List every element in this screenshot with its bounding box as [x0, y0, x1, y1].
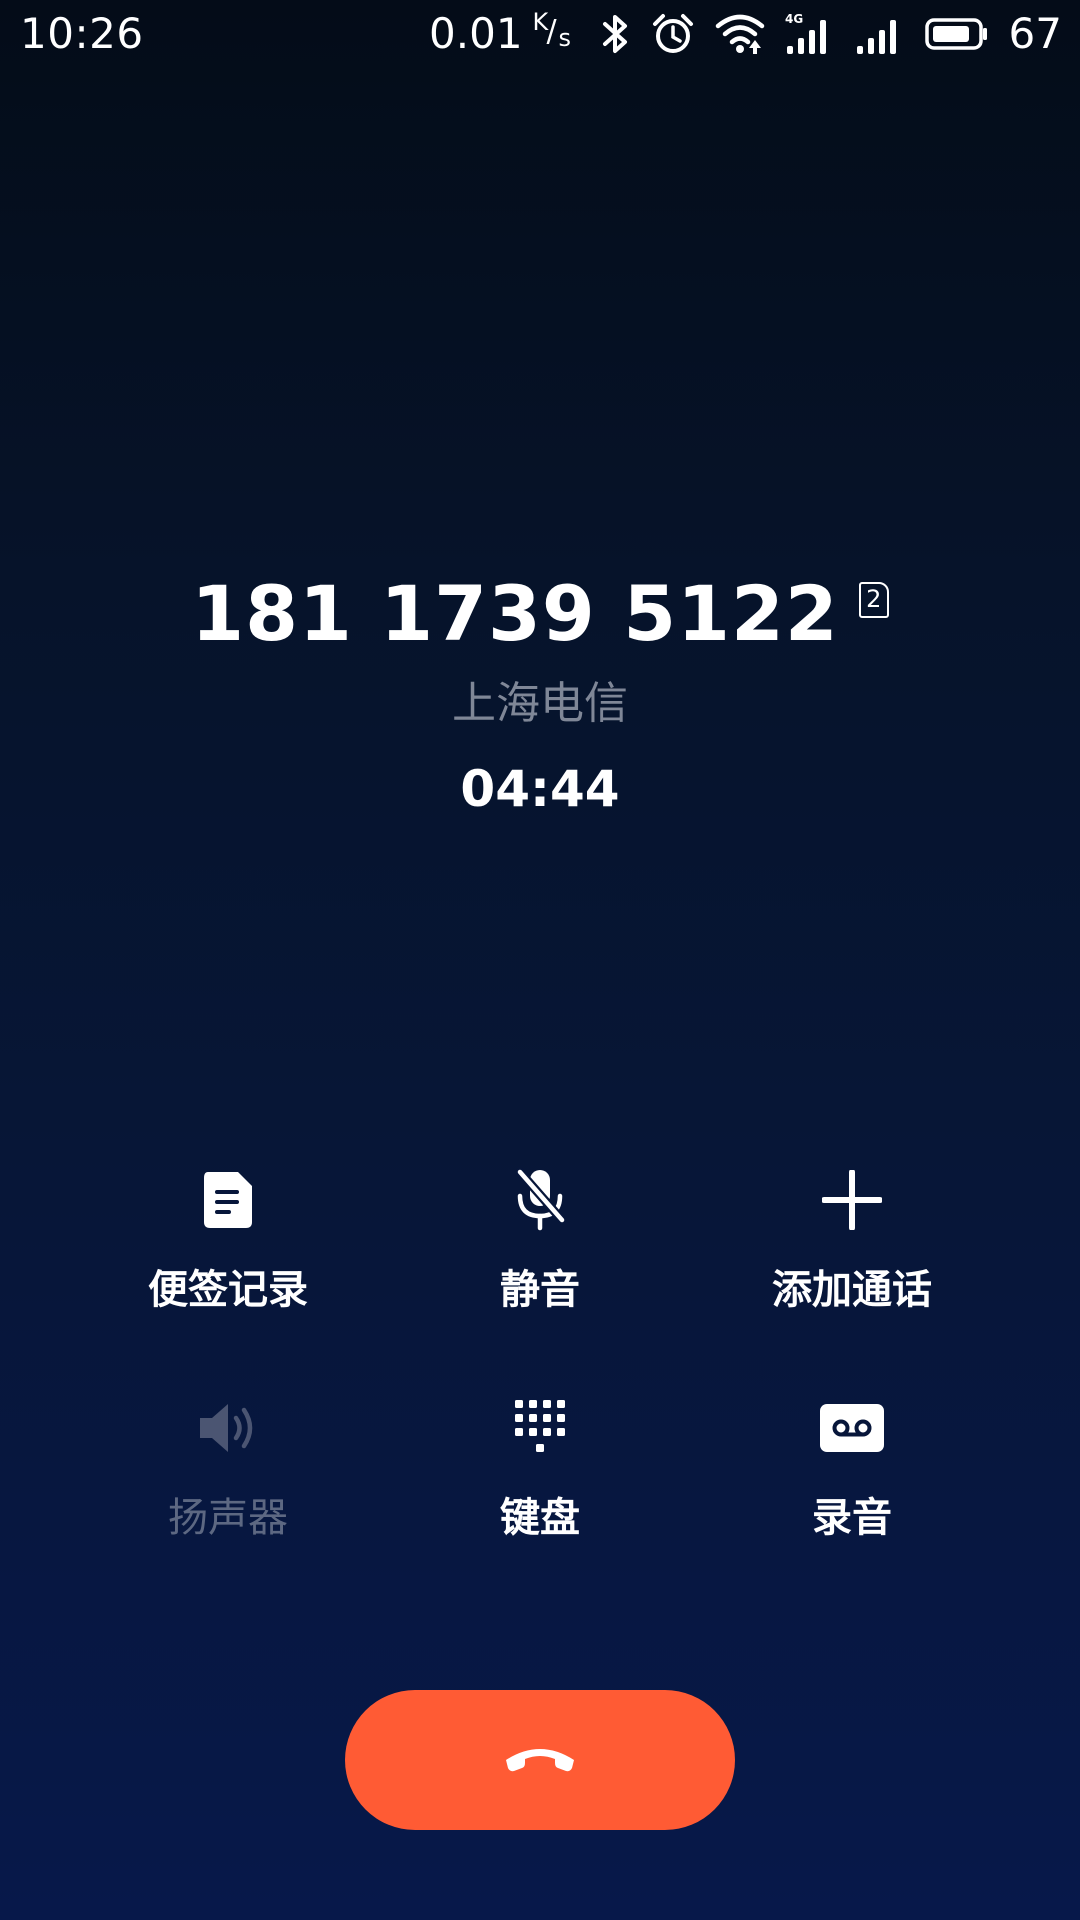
mute-label: 静音: [500, 1267, 580, 1313]
call-duration: 04:44: [460, 760, 620, 818]
end-call-button[interactable]: [345, 1690, 735, 1830]
dialpad-icon: [515, 1400, 565, 1452]
sim-slot-badge: 2: [858, 582, 889, 618]
keypad-label: 键盘: [500, 1495, 580, 1541]
alarm-icon: [651, 12, 695, 56]
mute-button[interactable]: 静音: [390, 1160, 690, 1340]
network-speed-unit: K / s: [532, 8, 572, 52]
keypad-button[interactable]: 键盘: [390, 1388, 690, 1568]
add-call-label: 添加通话: [772, 1267, 932, 1313]
record-button[interactable]: 录音: [702, 1388, 1002, 1568]
status-indicators: 0.01 K / s 4G 67: [429, 8, 1062, 60]
plus-icon: [822, 1170, 882, 1230]
mic-off-icon: [515, 1168, 567, 1231]
status-bar: 10:26 0.01 K / s 4G 67: [0, 0, 1080, 68]
caller-info: 181 1739 5122 2 上海电信 04:44: [0, 568, 1080, 820]
notes-button[interactable]: 便签记录: [78, 1160, 378, 1340]
status-time: 10:26: [20, 9, 144, 58]
battery-percent: 67: [1008, 9, 1062, 58]
add-call-button[interactable]: 添加通话: [702, 1160, 1002, 1340]
record-label: 录音: [812, 1495, 892, 1541]
in-call-screen: 10:26 0.01 K / s 4G 67 181 1739 5122 2 上…: [0, 0, 1080, 1920]
signal-icon: [855, 12, 905, 56]
end-call-icon: [506, 1749, 574, 1772]
network-speed: 0.01: [429, 9, 523, 58]
note-icon: [204, 1172, 252, 1228]
wifi-icon: [715, 12, 765, 56]
speaker-button[interactable]: 扬声器: [78, 1388, 378, 1568]
speaker-label: 扬声器: [168, 1495, 288, 1541]
bluetooth-icon: [601, 12, 631, 56]
battery-icon: [924, 12, 989, 56]
signal-4g-icon: 4G: [785, 12, 835, 56]
caller-number: 181 1739 5122: [191, 569, 839, 658]
speaker-icon: [200, 1404, 253, 1452]
notes-label: 便签记录: [148, 1267, 308, 1313]
network-type-label: 4G: [785, 12, 803, 26]
caller-location: 上海电信: [452, 678, 628, 729]
record-tape-icon: [820, 1404, 884, 1452]
caller-number-row: 181 1739 5122 2: [191, 568, 889, 660]
